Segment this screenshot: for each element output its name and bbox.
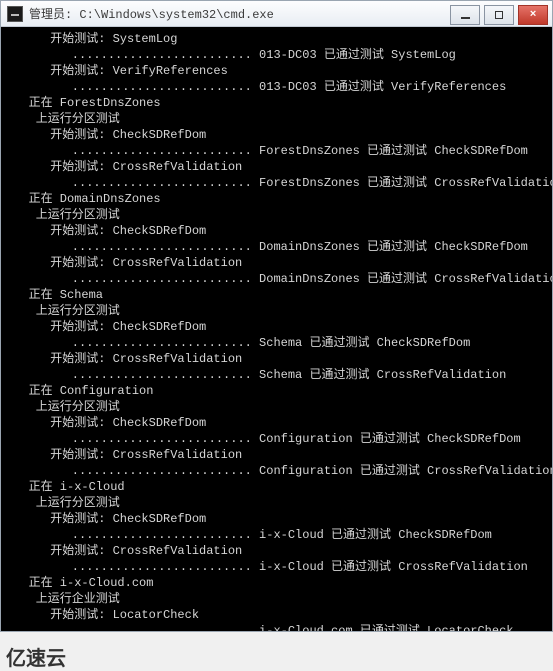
window-controls: × xyxy=(450,2,552,25)
console-line: ......................... ForestDnsZones… xyxy=(7,175,546,191)
close-icon: × xyxy=(530,9,537,21)
console-line: ......................... Schema 已通过测试 C… xyxy=(7,335,546,351)
console-line: 开始测试: CheckSDRefDom xyxy=(7,223,546,239)
console-line: 正在 DomainDnsZones xyxy=(7,191,546,207)
console-line: ......................... Configuration … xyxy=(7,431,546,447)
console-line: 正在 Configuration xyxy=(7,383,546,399)
cmd-window: 管理员: C:\Windows\system32\cmd.exe × 开始测试:… xyxy=(0,0,553,632)
console-line: 上运行分区测试 xyxy=(7,495,546,511)
console-line: ......................... i-x-Cloud.com … xyxy=(7,623,546,631)
console-line: ......................... i-x-Cloud 已通过测… xyxy=(7,559,546,575)
console-line: 上运行企业测试 xyxy=(7,591,546,607)
console-line: ......................... DomainDnsZones… xyxy=(7,239,546,255)
console-line: 上运行分区测试 xyxy=(7,399,546,415)
console-line: ......................... Schema 已通过测试 C… xyxy=(7,367,546,383)
console-line: 开始测试: CheckSDRefDom xyxy=(7,511,546,527)
console-line: 正在 i-x-Cloud xyxy=(7,479,546,495)
console-line: 正在 Schema xyxy=(7,287,546,303)
console-line: 正在 i-x-Cloud.com xyxy=(7,575,546,591)
console-output[interactable]: 开始测试: SystemLog ........................… xyxy=(1,27,552,631)
console-line: ......................... ForestDnsZones… xyxy=(7,143,546,159)
console-line: ......................... 013-DC03 已通过测试… xyxy=(7,79,546,95)
minimize-button[interactable] xyxy=(450,5,480,25)
console-line: 开始测试: VerifyReferences xyxy=(7,63,546,79)
close-button[interactable]: × xyxy=(518,5,548,25)
console-line: 开始测试: CheckSDRefDom xyxy=(7,415,546,431)
console-line: ......................... 013-DC03 已通过测试… xyxy=(7,47,546,63)
console-line: ......................... i-x-Cloud 已通过测… xyxy=(7,527,546,543)
console-line: 开始测试: CrossRefValidation xyxy=(7,351,546,367)
console-line: 正在 ForestDnsZones xyxy=(7,95,546,111)
maximize-button[interactable] xyxy=(484,5,514,25)
console-line: 开始测试: CrossRefValidation xyxy=(7,543,546,559)
console-line: 开始测试: CrossRefValidation xyxy=(7,159,546,175)
console-line: 上运行分区测试 xyxy=(7,303,546,319)
titlebar[interactable]: 管理员: C:\Windows\system32\cmd.exe × xyxy=(1,1,552,27)
console-line: 开始测试: LocatorCheck xyxy=(7,607,546,623)
console-line: 开始测试: CheckSDRefDom xyxy=(7,127,546,143)
console-line: 开始测试: CheckSDRefDom xyxy=(7,319,546,335)
console-line: 开始测试: SystemLog xyxy=(7,31,546,47)
console-line: 上运行分区测试 xyxy=(7,207,546,223)
console-line: ......................... DomainDnsZones… xyxy=(7,271,546,287)
console-line: 上运行分区测试 xyxy=(7,111,546,127)
window-title: 管理员: C:\Windows\system32\cmd.exe xyxy=(29,5,450,22)
console-line: ......................... Configuration … xyxy=(7,463,546,479)
console-line: 开始测试: CrossRefValidation xyxy=(7,447,546,463)
watermark-text: 亿速云 xyxy=(0,636,66,671)
system-menu-icon[interactable] xyxy=(7,6,23,22)
console-line: 开始测试: CrossRefValidation xyxy=(7,255,546,271)
